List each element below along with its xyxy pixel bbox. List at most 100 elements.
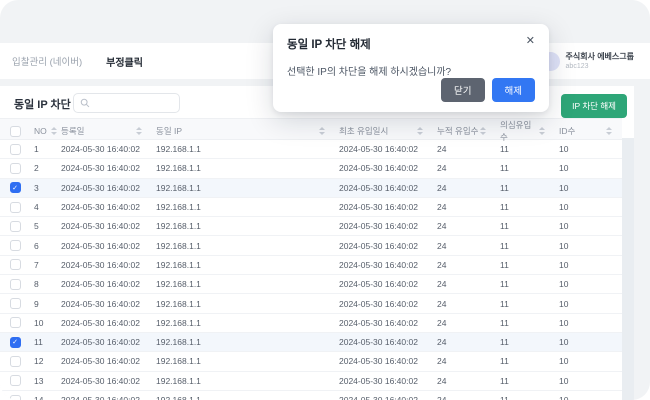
cell-id-count: 10	[555, 140, 622, 158]
cell-first-inflow: 2024-05-30 16:40:02	[335, 217, 433, 235]
row-checkbox[interactable]	[10, 163, 21, 174]
cell-cumulative: 24	[433, 236, 496, 254]
search-box[interactable]	[73, 93, 180, 113]
cell-ip: 192.168.1.1	[152, 217, 335, 235]
cell-cumulative: 24	[433, 275, 496, 293]
cell-cumulative: 24	[433, 140, 496, 158]
cell-suspicious: 11	[496, 236, 555, 254]
table-body: 12024-05-30 16:40:02192.168.1.12024-05-3…	[0, 140, 622, 400]
cell-suspicious: 11	[496, 179, 555, 197]
close-icon[interactable]: ✕	[526, 36, 535, 47]
cell-cumulative: 24	[433, 159, 496, 177]
sort-icon[interactable]	[480, 127, 486, 135]
cell-reg-date: 2024-05-30 16:40:02	[57, 198, 152, 216]
sort-icon[interactable]	[539, 127, 545, 135]
row-checkbox[interactable]	[10, 240, 21, 251]
table-row[interactable]: 52024-05-30 16:40:02192.168.1.12024-05-3…	[0, 217, 622, 236]
cell-id-count: 10	[555, 198, 622, 216]
cell-no: 12	[30, 352, 57, 370]
table-row[interactable]: ✓32024-05-30 16:40:02192.168.1.12024-05-…	[0, 179, 622, 198]
cell-no: 1	[30, 140, 57, 158]
sort-icon[interactable]	[319, 127, 325, 135]
user-menu[interactable]: 주식회사 에베스그룹 abc123	[541, 52, 634, 71]
modal-title: 동일 IP 차단 해제	[287, 36, 371, 52]
modal-close-button[interactable]: 닫기	[441, 78, 484, 102]
tab-fraud-click[interactable]: 부정클릭	[106, 54, 143, 69]
row-checkbox[interactable]	[10, 298, 21, 309]
cell-first-inflow: 2024-05-30 16:40:02	[335, 314, 433, 332]
table-row[interactable]: 12024-05-30 16:40:02192.168.1.12024-05-3…	[0, 140, 622, 159]
cell-cumulative: 24	[433, 294, 496, 312]
table-scrollbar[interactable]	[622, 138, 634, 400]
row-checkbox[interactable]	[10, 221, 21, 232]
cell-no: 10	[30, 314, 57, 332]
row-checkbox[interactable]	[10, 279, 21, 290]
cell-first-inflow: 2024-05-30 16:40:02	[335, 391, 433, 400]
row-checkbox[interactable]	[10, 317, 21, 328]
ip-block-list-card: 동일 IP 차단 목록 IP 차단 해제 NO등록일동일 IP최초 유입일시누적…	[0, 86, 634, 400]
cell-reg-date: 2024-05-30 16:40:02	[57, 236, 152, 254]
cell-no: 3	[30, 179, 57, 197]
cell-first-inflow: 2024-05-30 16:40:02	[335, 256, 433, 274]
table-row[interactable]: 62024-05-30 16:40:02192.168.1.12024-05-3…	[0, 236, 622, 255]
table-row[interactable]: 72024-05-30 16:40:02192.168.1.12024-05-3…	[0, 256, 622, 275]
row-checkbox[interactable]: ✓	[10, 337, 21, 348]
row-checkbox[interactable]	[10, 356, 21, 367]
row-checkbox[interactable]	[10, 144, 21, 155]
table-row[interactable]: 42024-05-30 16:40:02192.168.1.12024-05-3…	[0, 198, 622, 217]
row-checkbox[interactable]	[10, 395, 21, 400]
cell-ip: 192.168.1.1	[152, 159, 335, 177]
table-row[interactable]: 102024-05-30 16:40:02192.168.1.12024-05-…	[0, 314, 622, 333]
cell-id-count: 10	[555, 159, 622, 177]
cell-id-count: 10	[555, 333, 622, 351]
sort-icon[interactable]	[417, 127, 423, 135]
row-checkbox[interactable]	[10, 259, 21, 270]
ip-unblock-button[interactable]: IP 차단 해제	[561, 94, 627, 118]
sort-icon[interactable]	[606, 127, 612, 135]
column-header-label: ID수	[559, 125, 575, 137]
cell-id-count: 10	[555, 294, 622, 312]
cell-no: 8	[30, 275, 57, 293]
cell-suspicious: 11	[496, 198, 555, 216]
cell-id-count: 10	[555, 217, 622, 235]
cell-cumulative: 24	[433, 314, 496, 332]
row-checkbox[interactable]	[10, 202, 21, 213]
cell-first-inflow: 2024-05-30 16:40:02	[335, 333, 433, 351]
sort-icon[interactable]	[136, 127, 142, 135]
table-row[interactable]: 142024-05-30 16:40:02192.168.1.12024-05-…	[0, 391, 622, 400]
tab-bid-management[interactable]: 입찰관리 (네이버)	[12, 54, 82, 68]
cell-first-inflow: 2024-05-30 16:40:02	[335, 140, 433, 158]
cell-ip: 192.168.1.1	[152, 314, 335, 332]
cell-first-inflow: 2024-05-30 16:40:02	[335, 198, 433, 216]
row-checkbox[interactable]: ✓	[10, 182, 21, 193]
cell-suspicious: 11	[496, 275, 555, 293]
sort-icon[interactable]	[51, 127, 57, 135]
modal-message: 선택한 IP의 차단을 해제 하시겠습니까?	[287, 63, 535, 78]
cell-suspicious: 11	[496, 159, 555, 177]
cell-suspicious: 11	[496, 294, 555, 312]
table-row[interactable]: 122024-05-30 16:40:02192.168.1.12024-05-…	[0, 352, 622, 371]
cell-cumulative: 24	[433, 333, 496, 351]
cell-suspicious: 11	[496, 140, 555, 158]
modal-confirm-button[interactable]: 해제	[492, 78, 535, 102]
cell-no: 9	[30, 294, 57, 312]
row-checkbox[interactable]	[10, 375, 21, 386]
cell-reg-date: 2024-05-30 16:40:02	[57, 391, 152, 400]
cell-ip: 192.168.1.1	[152, 236, 335, 254]
cell-no: 14	[30, 391, 57, 400]
table-row[interactable]: 92024-05-30 16:40:02192.168.1.12024-05-3…	[0, 294, 622, 313]
table-row[interactable]: 132024-05-30 16:40:02192.168.1.12024-05-…	[0, 372, 622, 391]
cell-reg-date: 2024-05-30 16:40:02	[57, 179, 152, 197]
cell-reg-date: 2024-05-30 16:40:02	[57, 314, 152, 332]
cell-ip: 192.168.1.1	[152, 179, 335, 197]
cell-first-inflow: 2024-05-30 16:40:02	[335, 159, 433, 177]
search-input[interactable]	[94, 97, 173, 109]
cell-suspicious: 11	[496, 256, 555, 274]
table-row[interactable]: 82024-05-30 16:40:02192.168.1.12024-05-3…	[0, 275, 622, 294]
cell-no: 4	[30, 198, 57, 216]
table-row[interactable]: 22024-05-30 16:40:02192.168.1.12024-05-3…	[0, 159, 622, 178]
cell-ip: 192.168.1.1	[152, 256, 335, 274]
select-all-checkbox[interactable]	[10, 126, 21, 137]
table-row[interactable]: ✓112024-05-30 16:40:02192.168.1.12024-05…	[0, 333, 622, 352]
cell-ip: 192.168.1.1	[152, 275, 335, 293]
